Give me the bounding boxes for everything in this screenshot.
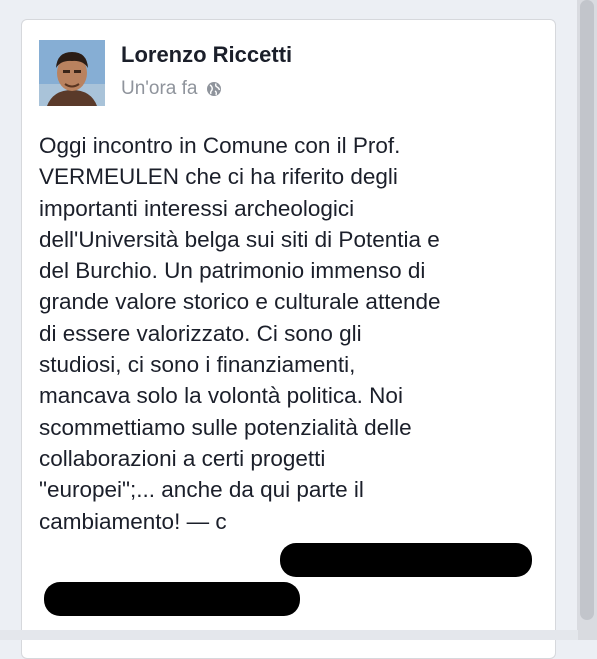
globe-icon xyxy=(206,81,222,97)
post-meta: Un'ora fa xyxy=(121,78,222,100)
avatar[interactable] xyxy=(39,40,105,106)
post-card: Lorenzo Riccetti Un'ora fa Oggi incontro… xyxy=(21,19,556,659)
author-name[interactable]: Lorenzo Riccetti xyxy=(121,42,292,68)
scrollbar-track[interactable] xyxy=(577,0,597,640)
redaction-mark xyxy=(44,582,300,616)
scrollbar-thumb[interactable] xyxy=(580,0,594,620)
next-post-edge xyxy=(0,630,578,640)
timestamp[interactable]: Un'ora fa xyxy=(121,78,198,100)
post-body: Oggi incontro in Comune con il Prof. VER… xyxy=(39,133,441,534)
redaction-mark xyxy=(280,543,532,577)
